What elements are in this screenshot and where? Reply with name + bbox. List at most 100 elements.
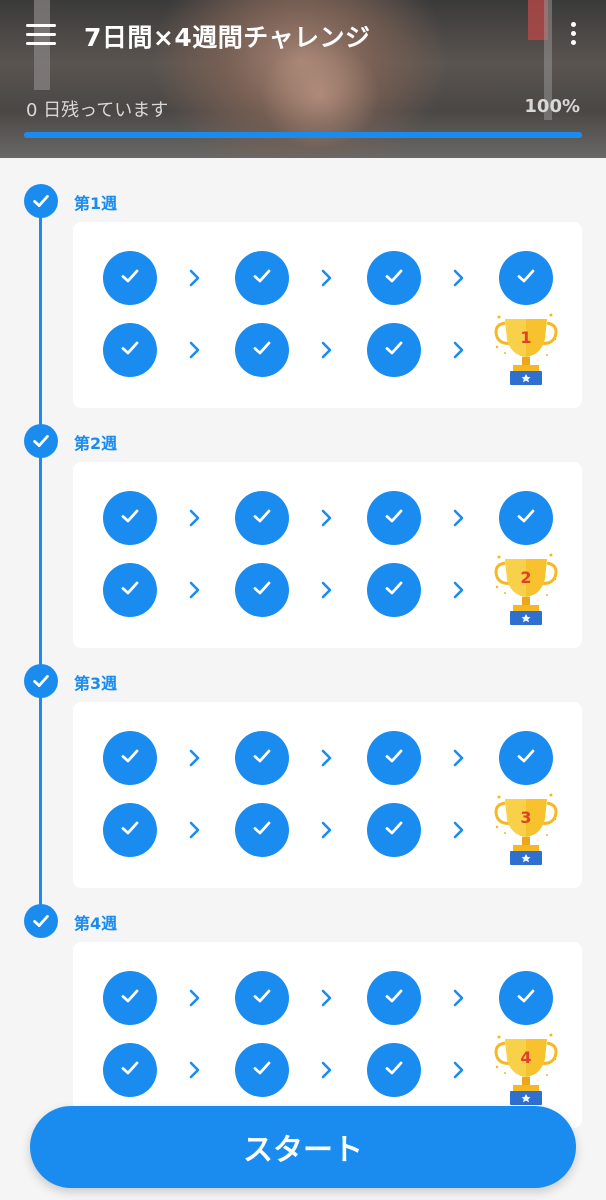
chevron-right-icon — [320, 340, 334, 360]
day-complete-button[interactable] — [235, 1043, 289, 1097]
day-complete-button[interactable] — [103, 251, 157, 305]
day-complete-button[interactable] — [367, 251, 421, 305]
chevron-right-icon — [452, 340, 466, 360]
check-icon — [382, 1056, 406, 1084]
day-complete-button[interactable] — [367, 803, 421, 857]
chevron-right-icon — [188, 748, 202, 768]
check-icon — [382, 576, 406, 604]
svg-text:1: 1 — [520, 328, 531, 347]
day-complete-button[interactable] — [367, 491, 421, 545]
page-title: 7日間×4週間チャレンジ — [84, 23, 371, 52]
check-icon — [118, 336, 142, 364]
check-icon — [382, 336, 406, 364]
day-complete-button[interactable] — [367, 563, 421, 617]
check-icon — [118, 1056, 142, 1084]
remaining-days-text: 0 日残っています — [26, 100, 169, 121]
day-complete-button[interactable] — [103, 563, 157, 617]
check-icon — [118, 816, 142, 844]
check-icon — [118, 984, 142, 1012]
day-complete-button[interactable] — [235, 251, 289, 305]
day-complete-button[interactable] — [499, 491, 553, 545]
week-complete-check-icon — [24, 664, 58, 698]
check-icon — [250, 336, 274, 364]
check-icon — [382, 816, 406, 844]
day-complete-button[interactable] — [103, 1043, 157, 1097]
chevron-right-icon — [320, 268, 334, 288]
menu-icon[interactable] — [26, 24, 56, 48]
trophy-icon: 3 — [491, 789, 561, 869]
chevron-right-icon — [188, 820, 202, 840]
check-icon — [382, 504, 406, 532]
chevron-right-icon — [320, 580, 334, 600]
check-icon — [250, 264, 274, 292]
check-icon — [250, 984, 274, 1012]
svg-text:2: 2 — [520, 568, 531, 587]
week-label: 第4週 — [74, 914, 118, 933]
day-complete-button[interactable] — [235, 563, 289, 617]
day-complete-button[interactable] — [499, 971, 553, 1025]
check-icon — [514, 744, 538, 772]
timeline-line — [39, 200, 42, 918]
check-icon — [382, 744, 406, 772]
trophy-icon: 2 — [491, 549, 561, 629]
chevron-right-icon — [188, 508, 202, 528]
day-complete-button[interactable] — [367, 971, 421, 1025]
day-complete-button[interactable] — [367, 1043, 421, 1097]
day-complete-button[interactable] — [367, 731, 421, 785]
chevron-right-icon — [188, 268, 202, 288]
check-icon — [382, 984, 406, 1012]
chevron-right-icon — [320, 988, 334, 1008]
check-icon — [250, 576, 274, 604]
chevron-right-icon — [452, 820, 466, 840]
week-label: 第2週 — [74, 434, 118, 453]
day-complete-button[interactable] — [235, 803, 289, 857]
chevron-right-icon — [320, 508, 334, 528]
day-complete-button[interactable] — [103, 323, 157, 377]
day-complete-button[interactable] — [235, 491, 289, 545]
check-icon — [382, 264, 406, 292]
trophy-icon: 1 — [491, 309, 561, 389]
chevron-right-icon — [188, 1060, 202, 1080]
day-complete-button[interactable] — [103, 803, 157, 857]
start-button[interactable]: スタート — [30, 1106, 576, 1188]
day-complete-button[interactable] — [103, 731, 157, 785]
trophy-icon: 4 — [491, 1029, 561, 1109]
check-icon — [514, 984, 538, 1012]
more-vert-icon[interactable] — [566, 22, 580, 50]
check-icon — [514, 264, 538, 292]
day-complete-button[interactable] — [103, 971, 157, 1025]
chevron-right-icon — [452, 580, 466, 600]
day-complete-button[interactable] — [367, 323, 421, 377]
chevron-right-icon — [320, 748, 334, 768]
chevron-right-icon — [188, 340, 202, 360]
chevron-right-icon — [320, 820, 334, 840]
chevron-right-icon — [320, 1060, 334, 1080]
check-icon — [118, 504, 142, 532]
progress-bar-fill — [24, 132, 582, 138]
progress-bar — [24, 132, 582, 138]
check-icon — [250, 1056, 274, 1084]
day-complete-button[interactable] — [103, 491, 157, 545]
check-icon — [118, 264, 142, 292]
week-label: 第1週 — [74, 194, 118, 213]
chevron-right-icon — [452, 988, 466, 1008]
check-icon — [514, 504, 538, 532]
chevron-right-icon — [452, 748, 466, 768]
day-complete-button[interactable] — [235, 323, 289, 377]
check-icon — [118, 576, 142, 604]
day-complete-button[interactable] — [499, 251, 553, 305]
chevron-right-icon — [452, 268, 466, 288]
progress-percent: 100% — [524, 96, 580, 117]
svg-text:4: 4 — [520, 1048, 531, 1067]
week-complete-check-icon — [24, 184, 58, 218]
check-icon — [118, 744, 142, 772]
check-icon — [250, 816, 274, 844]
day-complete-button[interactable] — [235, 971, 289, 1025]
week-complete-check-icon — [24, 424, 58, 458]
week-label: 第3週 — [74, 674, 118, 693]
check-icon — [250, 744, 274, 772]
day-complete-button[interactable] — [235, 731, 289, 785]
day-complete-button[interactable] — [499, 731, 553, 785]
chevron-right-icon — [452, 1060, 466, 1080]
week-complete-check-icon — [24, 904, 58, 938]
